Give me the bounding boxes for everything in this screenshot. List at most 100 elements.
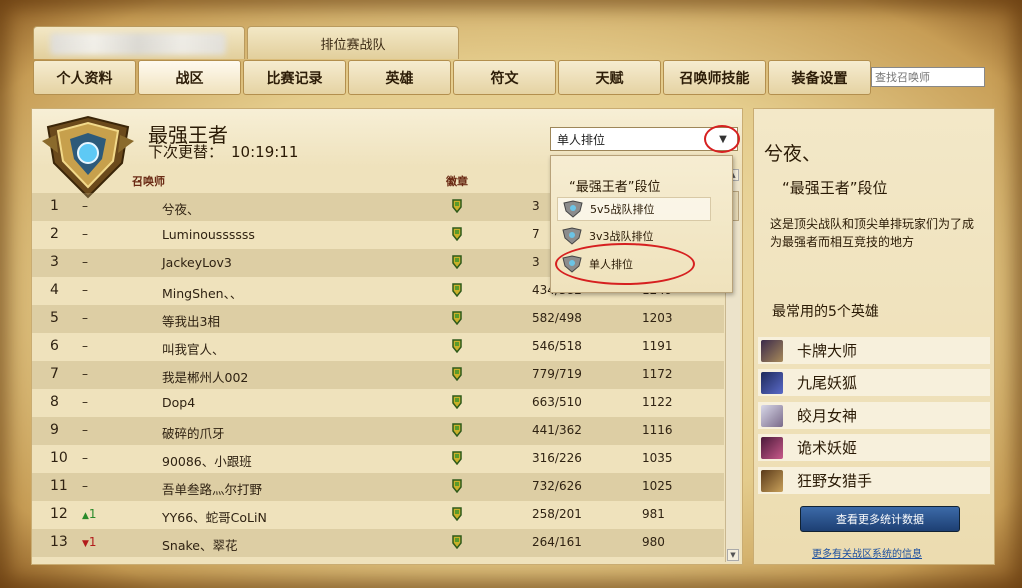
summoner-name[interactable]: 我是郴州人002 bbox=[162, 367, 422, 386]
badge-icon bbox=[452, 199, 462, 213]
badge-icon bbox=[452, 423, 462, 437]
nav-match-history[interactable]: 比赛记录 bbox=[243, 60, 346, 95]
champion-portrait-icon bbox=[761, 404, 783, 427]
badge-icon bbox=[452, 451, 462, 465]
summoner-name[interactable]: JackeyLov3 bbox=[162, 255, 422, 270]
table-row[interactable]: 11– 吾单叁路灬尔打野 732/626 1025 bbox=[32, 473, 724, 501]
nav-runes-label: 符文 bbox=[490, 70, 519, 87]
champion-name: 九尾妖狐 bbox=[797, 374, 858, 392]
table-row[interactable]: 8 – Dop4 663/510 1122 bbox=[32, 389, 724, 417]
champion-name: 卡牌大师 bbox=[797, 342, 858, 360]
rank-number: 8 bbox=[50, 394, 59, 410]
table-row[interactable]: 9 – 破碎的爪牙 441/362 1116 bbox=[32, 417, 724, 445]
rank-change-value: – bbox=[82, 255, 88, 269]
win-loss: 264/161 bbox=[532, 535, 582, 549]
summoner-name[interactable]: Dop4 bbox=[162, 395, 422, 410]
queue-option-label: 5v5战队排位 bbox=[590, 203, 655, 216]
view-more-stats-button[interactable]: 查看更多统计数据 bbox=[800, 506, 960, 532]
table-row[interactable]: 5 – 等我出3相 582/498 1203 bbox=[32, 305, 724, 333]
rank-number: 6 bbox=[50, 338, 59, 354]
rank-number: 11 bbox=[50, 478, 68, 494]
win-loss: 582/498 bbox=[532, 311, 582, 325]
nav-runes[interactable]: 符文 bbox=[453, 60, 556, 95]
table-row[interactable]: 13 ▼1 Snake、翠花 264/161 980 bbox=[32, 529, 724, 557]
nav-item-sets[interactable]: 装备设置 bbox=[768, 60, 871, 95]
champion-row[interactable]: 卡牌大师 bbox=[758, 337, 990, 364]
summoner-search-input[interactable] bbox=[871, 67, 985, 87]
table-row[interactable]: 6 – 叫我官人、 546/518 1191 bbox=[32, 333, 724, 361]
rank-change-value: – bbox=[82, 199, 88, 213]
badge-icon bbox=[452, 507, 462, 521]
league-points: 980 bbox=[642, 535, 665, 549]
league-points: 1035 bbox=[642, 451, 673, 465]
summoner-name[interactable]: 叫我官人、 bbox=[162, 339, 422, 358]
summoner-name[interactable]: Luminoussssss bbox=[162, 227, 422, 242]
nav-masteries[interactable]: 天赋 bbox=[558, 60, 661, 95]
badge-icon bbox=[452, 395, 462, 409]
rank-number: 7 bbox=[50, 366, 59, 382]
champion-row[interactable]: 狂野女猎手 bbox=[758, 467, 990, 494]
table-row[interactable]: 10– 90086、小跟班 316/226 1035 bbox=[32, 445, 724, 473]
summoner-name[interactable]: 兮夜、 bbox=[162, 199, 422, 218]
rank-change-value: – bbox=[82, 311, 88, 325]
win-loss: 663/510 bbox=[532, 395, 582, 409]
rank-change: – bbox=[82, 283, 112, 297]
rank-change: – bbox=[82, 479, 112, 493]
champion-portrait-icon bbox=[761, 339, 783, 362]
nav-league[interactable]: 战区 bbox=[138, 60, 241, 95]
badge-icon bbox=[452, 283, 462, 297]
rank-change-value: – bbox=[82, 227, 88, 241]
badge-icon bbox=[452, 227, 462, 241]
summoner-detail-panel: 兮夜、 “最强王者”段位 这是顶尖战队和顶尖单排玩家们为了成为最强者而相互竞技的… bbox=[753, 108, 995, 565]
summoner-name[interactable]: Snake、翠花 bbox=[162, 535, 422, 554]
summoner-name[interactable]: 等我出3相 bbox=[162, 311, 422, 330]
nav-summoner-spells[interactable]: 召唤师技能 bbox=[663, 60, 766, 95]
profile-nav-bar: 个人资料 战区 比赛记录 英雄 符文 天赋 召唤师技能 装备设置 bbox=[31, 60, 993, 96]
rank-change: – bbox=[82, 339, 112, 353]
nav-match-history-label: 比赛记录 bbox=[266, 70, 323, 87]
rank-change-value: – bbox=[82, 479, 88, 493]
champion-row[interactable]: 诡术妖姬 bbox=[758, 434, 990, 461]
league-points: 1122 bbox=[642, 395, 673, 409]
blurred-summoner-name bbox=[50, 33, 226, 55]
tab-ranked-team[interactable]: 排位赛战队 bbox=[247, 26, 459, 59]
league-points: 981 bbox=[642, 507, 665, 521]
champion-name: 狂野女猎手 bbox=[797, 472, 873, 490]
rank-change-value: – bbox=[82, 451, 88, 465]
champion-row[interactable]: 九尾妖狐 bbox=[758, 369, 990, 396]
rank-change: – bbox=[82, 255, 112, 269]
next-update-time: 10:19:11 bbox=[231, 143, 299, 161]
rank-change-value: – bbox=[82, 339, 88, 353]
rank-change-value: 1 bbox=[88, 507, 97, 521]
summoner-name[interactable]: MingShen、、 bbox=[162, 283, 422, 302]
annotation-circle-dropdown bbox=[704, 125, 740, 153]
table-row[interactable]: 7 – 我是郴州人002 779/719 1172 bbox=[32, 361, 724, 389]
rank-change-value: – bbox=[82, 283, 88, 297]
summoner-name-tab[interactable] bbox=[33, 26, 245, 59]
rank-number: 1 bbox=[50, 198, 59, 214]
rank-change: – bbox=[82, 367, 112, 381]
nav-champions[interactable]: 英雄 bbox=[348, 60, 451, 95]
league-points: 1203 bbox=[642, 311, 673, 325]
league-points: 1116 bbox=[642, 423, 673, 437]
champion-portrait-icon bbox=[761, 436, 783, 459]
league-info-link[interactable]: 更多有关战区系统的信息 bbox=[812, 545, 922, 560]
badge-icon bbox=[452, 535, 462, 549]
league-points: 1191 bbox=[642, 339, 673, 353]
challenger-small-icon bbox=[562, 227, 582, 245]
summoner-name[interactable]: 破碎的爪牙 bbox=[162, 423, 422, 442]
nav-profile[interactable]: 个人资料 bbox=[33, 60, 136, 95]
favorites-title: 最常用的5个英雄 bbox=[772, 304, 879, 320]
badge-icon bbox=[452, 255, 462, 269]
win-loss: 546/518 bbox=[532, 339, 582, 353]
rank-change-value: – bbox=[82, 423, 88, 437]
queue-option-5v5[interactable]: 5v5战队排位 bbox=[557, 197, 711, 221]
nav-summoner-spells-label: 召唤师技能 bbox=[679, 70, 750, 87]
champion-row[interactable]: 皎月女神 bbox=[758, 402, 990, 429]
summoner-name[interactable]: YY66、蛇哥CoLiN bbox=[162, 507, 422, 526]
scroll-down-icon[interactable]: ▼ bbox=[727, 549, 739, 561]
table-row[interactable]: 12 ▲1 YY66、蛇哥CoLiN 258/201 981 bbox=[32, 501, 724, 529]
summoner-name[interactable]: 90086、小跟班 bbox=[162, 451, 422, 470]
summoner-name[interactable]: 吾单叁路灬尔打野 bbox=[162, 479, 422, 498]
win-loss: 258/201 bbox=[532, 507, 582, 521]
